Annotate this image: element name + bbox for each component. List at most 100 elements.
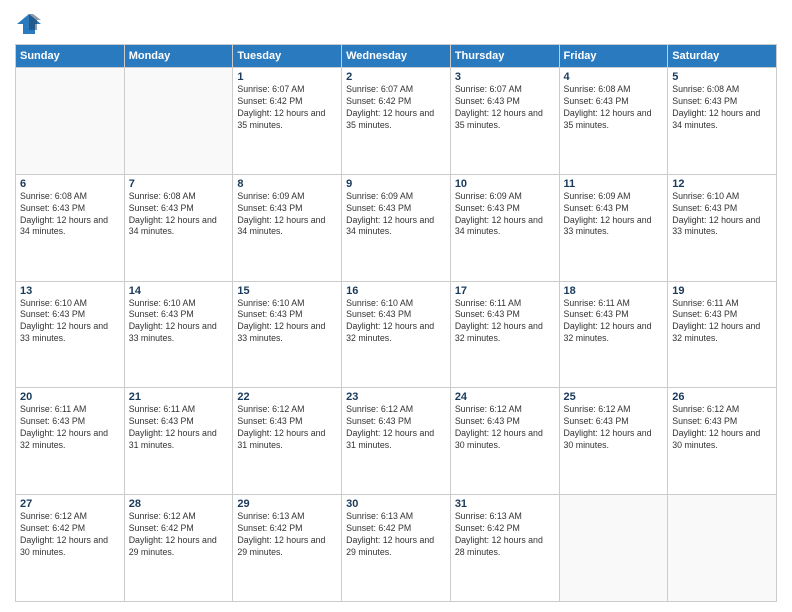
- calendar-cell: 15Sunrise: 6:10 AM Sunset: 6:43 PM Dayli…: [233, 281, 342, 388]
- day-number: 16: [346, 285, 446, 297]
- day-number: 17: [455, 285, 555, 297]
- logo-icon: [15, 10, 43, 38]
- day-info: Sunrise: 6:10 AM Sunset: 6:43 PM Dayligh…: [346, 298, 446, 346]
- calendar-cell: 31Sunrise: 6:13 AM Sunset: 6:42 PM Dayli…: [450, 495, 559, 602]
- calendar-cell: 5Sunrise: 6:08 AM Sunset: 6:43 PM Daylig…: [668, 68, 777, 175]
- day-info: Sunrise: 6:11 AM Sunset: 6:43 PM Dayligh…: [20, 404, 120, 452]
- day-number: 26: [672, 391, 772, 403]
- day-number: 29: [237, 498, 337, 510]
- day-number: 4: [564, 71, 664, 83]
- day-info: Sunrise: 6:08 AM Sunset: 6:43 PM Dayligh…: [564, 84, 664, 132]
- day-info: Sunrise: 6:08 AM Sunset: 6:43 PM Dayligh…: [20, 191, 120, 239]
- day-info: Sunrise: 6:08 AM Sunset: 6:43 PM Dayligh…: [672, 84, 772, 132]
- calendar-cell: 17Sunrise: 6:11 AM Sunset: 6:43 PM Dayli…: [450, 281, 559, 388]
- day-number: 23: [346, 391, 446, 403]
- day-info: Sunrise: 6:12 AM Sunset: 6:43 PM Dayligh…: [237, 404, 337, 452]
- day-info: Sunrise: 6:08 AM Sunset: 6:43 PM Dayligh…: [129, 191, 229, 239]
- calendar-cell: 30Sunrise: 6:13 AM Sunset: 6:42 PM Dayli…: [342, 495, 451, 602]
- day-info: Sunrise: 6:12 AM Sunset: 6:43 PM Dayligh…: [455, 404, 555, 452]
- calendar-cell: 10Sunrise: 6:09 AM Sunset: 6:43 PM Dayli…: [450, 174, 559, 281]
- calendar-table: SundayMondayTuesdayWednesdayThursdayFrid…: [15, 44, 777, 602]
- day-number: 13: [20, 285, 120, 297]
- calendar-cell: [16, 68, 125, 175]
- day-info: Sunrise: 6:09 AM Sunset: 6:43 PM Dayligh…: [237, 191, 337, 239]
- calendar-cell: 19Sunrise: 6:11 AM Sunset: 6:43 PM Dayli…: [668, 281, 777, 388]
- calendar-cell: 21Sunrise: 6:11 AM Sunset: 6:43 PM Dayli…: [124, 388, 233, 495]
- col-header-friday: Friday: [559, 45, 668, 68]
- calendar-cell: 9Sunrise: 6:09 AM Sunset: 6:43 PM Daylig…: [342, 174, 451, 281]
- calendar-cell: [124, 68, 233, 175]
- day-info: Sunrise: 6:12 AM Sunset: 6:43 PM Dayligh…: [346, 404, 446, 452]
- calendar-cell: 3Sunrise: 6:07 AM Sunset: 6:43 PM Daylig…: [450, 68, 559, 175]
- logo: [15, 10, 47, 38]
- day-info: Sunrise: 6:12 AM Sunset: 6:42 PM Dayligh…: [129, 511, 229, 559]
- day-number: 27: [20, 498, 120, 510]
- day-number: 25: [564, 391, 664, 403]
- day-info: Sunrise: 6:10 AM Sunset: 6:43 PM Dayligh…: [129, 298, 229, 346]
- calendar-week-2: 6Sunrise: 6:08 AM Sunset: 6:43 PM Daylig…: [16, 174, 777, 281]
- day-info: Sunrise: 6:11 AM Sunset: 6:43 PM Dayligh…: [672, 298, 772, 346]
- day-info: Sunrise: 6:13 AM Sunset: 6:42 PM Dayligh…: [237, 511, 337, 559]
- calendar-week-1: 1Sunrise: 6:07 AM Sunset: 6:42 PM Daylig…: [16, 68, 777, 175]
- day-info: Sunrise: 6:10 AM Sunset: 6:43 PM Dayligh…: [672, 191, 772, 239]
- day-info: Sunrise: 6:11 AM Sunset: 6:43 PM Dayligh…: [129, 404, 229, 452]
- day-number: 6: [20, 178, 120, 190]
- day-info: Sunrise: 6:09 AM Sunset: 6:43 PM Dayligh…: [564, 191, 664, 239]
- calendar-week-3: 13Sunrise: 6:10 AM Sunset: 6:43 PM Dayli…: [16, 281, 777, 388]
- calendar-cell: 18Sunrise: 6:11 AM Sunset: 6:43 PM Dayli…: [559, 281, 668, 388]
- calendar-cell: 28Sunrise: 6:12 AM Sunset: 6:42 PM Dayli…: [124, 495, 233, 602]
- day-info: Sunrise: 6:13 AM Sunset: 6:42 PM Dayligh…: [346, 511, 446, 559]
- calendar-cell: 11Sunrise: 6:09 AM Sunset: 6:43 PM Dayli…: [559, 174, 668, 281]
- day-info: Sunrise: 6:07 AM Sunset: 6:42 PM Dayligh…: [346, 84, 446, 132]
- col-header-wednesday: Wednesday: [342, 45, 451, 68]
- day-info: Sunrise: 6:13 AM Sunset: 6:42 PM Dayligh…: [455, 511, 555, 559]
- calendar-cell: 26Sunrise: 6:12 AM Sunset: 6:43 PM Dayli…: [668, 388, 777, 495]
- day-info: Sunrise: 6:11 AM Sunset: 6:43 PM Dayligh…: [564, 298, 664, 346]
- day-number: 11: [564, 178, 664, 190]
- day-number: 3: [455, 71, 555, 83]
- day-number: 15: [237, 285, 337, 297]
- day-info: Sunrise: 6:10 AM Sunset: 6:43 PM Dayligh…: [20, 298, 120, 346]
- calendar-cell: 23Sunrise: 6:12 AM Sunset: 6:43 PM Dayli…: [342, 388, 451, 495]
- day-number: 21: [129, 391, 229, 403]
- day-info: Sunrise: 6:10 AM Sunset: 6:43 PM Dayligh…: [237, 298, 337, 346]
- calendar-cell: 13Sunrise: 6:10 AM Sunset: 6:43 PM Dayli…: [16, 281, 125, 388]
- calendar-week-4: 20Sunrise: 6:11 AM Sunset: 6:43 PM Dayli…: [16, 388, 777, 495]
- day-number: 12: [672, 178, 772, 190]
- day-number: 9: [346, 178, 446, 190]
- day-number: 14: [129, 285, 229, 297]
- calendar-cell: 2Sunrise: 6:07 AM Sunset: 6:42 PM Daylig…: [342, 68, 451, 175]
- day-number: 19: [672, 285, 772, 297]
- day-number: 8: [237, 178, 337, 190]
- calendar-week-5: 27 Sunrise: 6:12 AM Sunset: 6:42 PM Dayli…: [16, 495, 777, 602]
- day-info: Sunrise: 6:12 AM Sunset: 6:43 PM Dayligh…: [564, 404, 664, 452]
- calendar-cell: 12Sunrise: 6:10 AM Sunset: 6:43 PM Dayli…: [668, 174, 777, 281]
- calendar-cell: 16Sunrise: 6:10 AM Sunset: 6:43 PM Dayli…: [342, 281, 451, 388]
- day-number: 1: [237, 71, 337, 83]
- page: SundayMondayTuesdayWednesdayThursdayFrid…: [0, 0, 792, 612]
- col-header-thursday: Thursday: [450, 45, 559, 68]
- calendar-cell: 8Sunrise: 6:09 AM Sunset: 6:43 PM Daylig…: [233, 174, 342, 281]
- calendar-cell: 20Sunrise: 6:11 AM Sunset: 6:43 PM Dayli…: [16, 388, 125, 495]
- calendar-cell: 1Sunrise: 6:07 AM Sunset: 6:42 PM Daylig…: [233, 68, 342, 175]
- calendar-cell: 6Sunrise: 6:08 AM Sunset: 6:43 PM Daylig…: [16, 174, 125, 281]
- col-header-sunday: Sunday: [16, 45, 125, 68]
- calendar-cell: 24Sunrise: 6:12 AM Sunset: 6:43 PM Dayli…: [450, 388, 559, 495]
- calendar-cell: 27Sunrise: 6:12 AM Sunset: 6:42 PM Dayli…: [16, 495, 125, 602]
- calendar-cell: 7Sunrise: 6:08 AM Sunset: 6:43 PM Daylig…: [124, 174, 233, 281]
- day-number: 31: [455, 498, 555, 510]
- calendar-cell: 25Sunrise: 6:12 AM Sunset: 6:43 PM Dayli…: [559, 388, 668, 495]
- col-header-tuesday: Tuesday: [233, 45, 342, 68]
- day-number: 22: [237, 391, 337, 403]
- calendar-cell: 4Sunrise: 6:08 AM Sunset: 6:43 PM Daylig…: [559, 68, 668, 175]
- header: [15, 10, 777, 38]
- day-number: 10: [455, 178, 555, 190]
- day-info: Sunrise: 6:11 AM Sunset: 6:43 PM Dayligh…: [455, 298, 555, 346]
- day-number: 24: [455, 391, 555, 403]
- calendar-cell: [559, 495, 668, 602]
- day-info: Sunrise: 6:07 AM Sunset: 6:42 PM Dayligh…: [237, 84, 337, 132]
- day-number: 30: [346, 498, 446, 510]
- col-header-saturday: Saturday: [668, 45, 777, 68]
- day-info: Sunrise: 6:07 AM Sunset: 6:43 PM Dayligh…: [455, 84, 555, 132]
- day-info: Sunrise: 6:09 AM Sunset: 6:43 PM Dayligh…: [455, 191, 555, 239]
